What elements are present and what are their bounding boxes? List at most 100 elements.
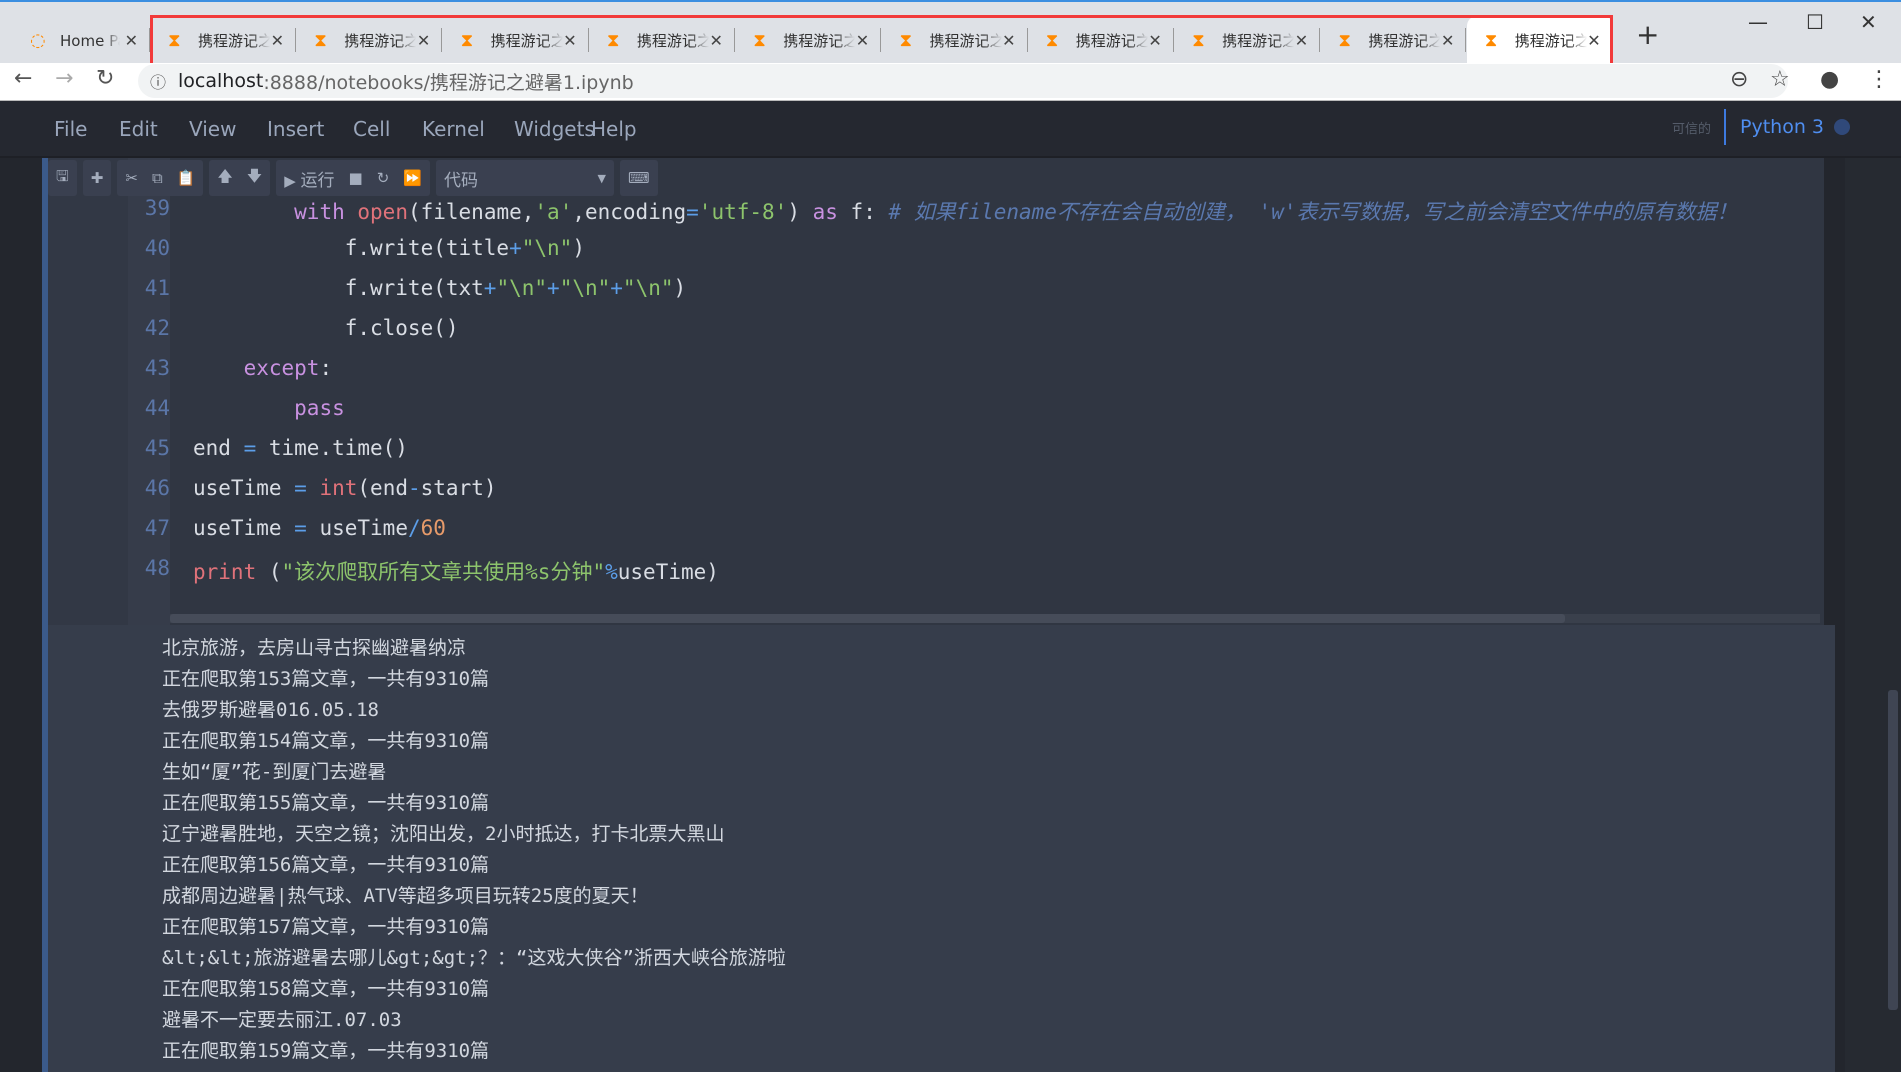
minimize-button[interactable]: — (1748, 10, 1768, 34)
menu-help[interactable]: Help (591, 117, 637, 141)
line-number: 46 (144, 476, 170, 500)
paste-icon[interactable]: 📋 (177, 169, 196, 187)
copy-icon[interactable]: ⧉ (152, 169, 163, 187)
menu-insert[interactable]: Insert (267, 117, 324, 141)
close-tab-icon[interactable]: ✕ (1002, 31, 1015, 50)
move-group: 🡅 🡇 (209, 160, 271, 196)
browser-tab[interactable]: ⧗携程游记之避暑✕ (882, 16, 1028, 65)
vertical-scrollbar[interactable] (1888, 690, 1898, 1010)
output-line: 正在爬取第157篇文章，一共有9310篇 (162, 916, 490, 938)
hourglass-icon: ⧗ (606, 29, 620, 51)
output-line: 去俄罗斯避暑016.05.18 (162, 699, 379, 721)
plus-icon: ✚ (90, 169, 104, 187)
code-line[interactable]: with open(filename,'a',encoding='utf-8')… (193, 196, 1823, 226)
output-line: 正在爬取第153篇文章，一共有9310篇 (162, 668, 490, 690)
browser-menu-icon[interactable]: ⋮ (1868, 67, 1890, 92)
code-line[interactable]: pass (193, 396, 345, 420)
close-window-button[interactable]: ✕ (1860, 10, 1877, 34)
code-line[interactable]: useTime = int(end-start) (193, 476, 497, 500)
close-tab-icon[interactable]: ✕ (709, 31, 722, 50)
code-line[interactable]: f.write(txt+"\n"+"\n"+"\n") (193, 276, 686, 300)
info-icon[interactable]: ⓘ (150, 69, 166, 93)
browser-tab[interactable]: ⧗携程游记之避暑✕ (443, 16, 589, 65)
close-tab-icon[interactable]: ✕ (1295, 31, 1308, 50)
browser-tab[interactable]: ⧗携程游记之避暑✕ (735, 16, 882, 65)
browser-tab[interactable]: ⧗携程游记之避暑✕ (1466, 16, 1613, 65)
hourglass-icon: ⧗ (899, 29, 913, 51)
browser-tab[interactable]: ⧗携程游记之避暑✕ (589, 16, 735, 65)
reload-icon[interactable]: ↻ (96, 66, 114, 91)
insert-cell-button[interactable]: ✚ (82, 160, 112, 196)
browser-tab[interactable]: ⧗携程游记之避暑✕ (1174, 16, 1321, 65)
close-tab-icon[interactable]: ✕ (563, 31, 576, 50)
code-editor[interactable] (170, 158, 1824, 625)
cut-icon[interactable]: ✂ (125, 169, 138, 187)
scroll-thumb[interactable] (170, 614, 1565, 623)
browser-tab[interactable]: ◌Home Page✕ (12, 16, 150, 65)
hourglass-icon: ⧗ (460, 29, 474, 51)
hourglass-icon: ⧗ (1338, 29, 1352, 51)
output-line: &lt;&lt;旅游避暑去哪儿&gt;&gt;？：“这戏大侠谷”浙西大峡谷旅游啦 (162, 947, 786, 969)
run-group: ▶ 运行 ■ ↻ ⏩ (276, 160, 430, 196)
code-line[interactable]: useTime = useTime/60 (193, 516, 446, 540)
url-input[interactable]: ⓘ localhost:8888/notebooks/携程游记之避暑1.ipyn… (138, 64, 1788, 98)
cell-output: 北京旅游，去房山寻古探幽避暑纳凉 正在爬取第153篇文章，一共有9310篇 去俄罗斯… (48, 625, 1835, 1072)
close-tab-icon[interactable]: ✕ (1587, 31, 1600, 50)
restart-icon[interactable]: ↻ (377, 169, 390, 187)
close-tab-icon[interactable]: ✕ (271, 31, 284, 50)
fast-forward-icon[interactable]: ⏩ (403, 169, 422, 187)
cell-type-select[interactable]: 代码 ▼ (435, 160, 614, 196)
run-button[interactable]: ▶ 运行 (284, 166, 334, 191)
zoom-icon[interactable]: ⊖ (1730, 67, 1748, 92)
line-number: 45 (144, 436, 170, 460)
code-line[interactable]: except: (193, 356, 333, 380)
close-tab-icon[interactable]: ✕ (417, 31, 430, 50)
hourglass-icon: ⧗ (1484, 29, 1498, 51)
line-number: 39 (144, 196, 170, 220)
jupyter-logo-icon: ◌ (30, 29, 46, 51)
new-tab-button[interactable]: + (1636, 18, 1659, 51)
save-button[interactable]: 🖫 (48, 160, 77, 196)
keyboard-icon: ⌨ (627, 169, 650, 187)
output-line: 正在爬取第158篇文章，一共有9310篇 (162, 978, 490, 1000)
command-palette-button[interactable]: ⌨ (619, 160, 658, 196)
hourglass-icon: ⧗ (1045, 29, 1059, 51)
notebook-menubar: 可信的 Python 3 File Edit View Insert Cell Kerne… (0, 101, 1901, 158)
browser-tab[interactable]: ⧗携程游记之避暑✕ (1320, 16, 1467, 65)
move-up-icon[interactable]: 🡅 (217, 166, 232, 191)
back-icon[interactable]: ← (14, 66, 32, 91)
menu-widgets[interactable]: Widgets (514, 117, 595, 141)
menu-cell[interactable]: Cell (353, 117, 390, 141)
browser-tab[interactable]: ⧗携程游记之避暑✕ (150, 16, 296, 65)
menu-file[interactable]: File (54, 117, 87, 141)
close-tab-icon[interactable]: ✕ (1441, 31, 1454, 50)
code-line[interactable]: f.close() (193, 316, 459, 340)
dropdown-arrow-icon: ▼ (597, 171, 606, 185)
kernel-name[interactable]: Python 3 (1724, 109, 1824, 145)
hourglass-icon: ⧗ (314, 29, 327, 51)
menu-kernel[interactable]: Kernel (422, 117, 485, 141)
menu-view[interactable]: View (189, 117, 236, 141)
code-line[interactable]: end = time.time() (193, 436, 408, 460)
output-line: 正在爬取第156篇文章，一共有9310篇 (162, 854, 490, 876)
browser-tab[interactable]: ⧗携程游记之避暑✕ (1028, 16, 1174, 65)
line-number: 41 (144, 276, 170, 300)
browser-tab[interactable]: ⧗携程游记之避暑✕ (296, 16, 443, 65)
trusted-indicator[interactable]: 可信的 (1672, 118, 1711, 137)
move-down-icon[interactable]: 🡇 (247, 166, 262, 191)
stop-icon[interactable]: ■ (349, 169, 363, 187)
bookmark-star-icon[interactable]: ☆ (1770, 67, 1790, 92)
maximize-button[interactable]: ☐ (1806, 10, 1824, 34)
close-tab-icon[interactable]: ✕ (1148, 31, 1161, 50)
code-line[interactable]: print ("该次爬取所有文章共使用%s分钟"%useTime) (193, 556, 719, 586)
line-number: 43 (144, 356, 170, 380)
menu-edit[interactable]: Edit (119, 117, 158, 141)
close-tab-icon[interactable]: ✕ (856, 31, 869, 50)
close-tab-icon[interactable]: ✕ (125, 31, 138, 50)
address-bar-row: ← → ↻ ⓘ localhost:8888/notebooks/携程游记之避暑… (0, 63, 1901, 101)
code-line[interactable]: f.write(title+"\n") (193, 236, 585, 260)
hourglass-icon: ⧗ (753, 29, 766, 51)
horizontal-scrollbar[interactable] (170, 614, 1820, 623)
profile-avatar-icon[interactable]: ● (1820, 67, 1839, 92)
forward-icon[interactable]: → (55, 66, 73, 91)
